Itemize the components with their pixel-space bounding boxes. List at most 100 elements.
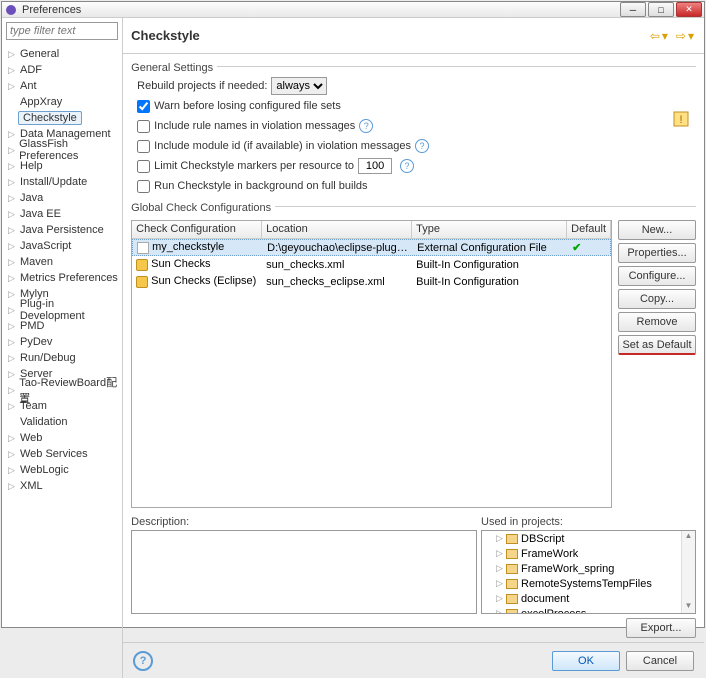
tree-item-glassfish-preferences[interactable]: ▷GlassFish Preferences: [2, 142, 122, 158]
col-type[interactable]: Type: [412, 221, 567, 238]
folder-icon: [506, 564, 518, 574]
scroll-up-icon[interactable]: ▲: [685, 531, 693, 543]
caret-icon: ▷: [8, 337, 18, 348]
tree-item-label: Maven: [18, 256, 55, 268]
caret-icon: ▷: [8, 145, 17, 156]
minimize-button[interactable]: ─: [620, 2, 646, 17]
project-item[interactable]: ▷document: [482, 591, 695, 606]
left-panel: ▷General▷ADF▷AntAppXrayCheckstyle▷Data M…: [2, 18, 123, 678]
tree-item-ant[interactable]: ▷Ant: [2, 78, 122, 94]
config-table[interactable]: Check Configuration Location Type Defaul…: [131, 220, 612, 508]
window-title: Preferences: [22, 4, 620, 16]
configure-button[interactable]: Configure...: [618, 266, 696, 286]
tree-item-label: XML: [18, 480, 45, 492]
tree-item-tao-reviewboard-[interactable]: ▷Tao-ReviewBoard配置: [2, 382, 122, 398]
tree-item-java[interactable]: ▷Java: [2, 190, 122, 206]
ok-button[interactable]: OK: [552, 651, 620, 671]
tree-item-javascript[interactable]: ▷JavaScript: [2, 238, 122, 254]
col-default[interactable]: Default: [567, 221, 611, 238]
set-default-button[interactable]: Set as Default: [618, 335, 696, 355]
tree-item-install-update[interactable]: ▷Install/Update: [2, 174, 122, 190]
file-icon: [137, 242, 149, 254]
help-icon[interactable]: ?: [133, 651, 153, 671]
caret-icon: ▷: [496, 533, 506, 544]
tree-item-metrics-preferences[interactable]: ▷Metrics Preferences: [2, 270, 122, 286]
preferences-window: Preferences ─ □ ✕ ▷General▷ADF▷AntAppXra…: [1, 1, 705, 628]
scroll-down-icon[interactable]: ▼: [685, 601, 693, 613]
properties-button[interactable]: Properties...: [618, 243, 696, 263]
tree-item-xml[interactable]: ▷XML: [2, 478, 122, 494]
project-item[interactable]: ▷FrameWork_spring: [482, 561, 695, 576]
project-item[interactable]: ▷FrameWork: [482, 546, 695, 561]
new-button[interactable]: New...: [618, 220, 696, 240]
tree-item-java-ee[interactable]: ▷Java EE: [2, 206, 122, 222]
project-item[interactable]: ▷ DBScript: [482, 531, 695, 546]
tree-item-label: Web Services: [18, 448, 90, 460]
tree-item-label: Java Persistence: [18, 224, 106, 236]
col-location[interactable]: Location: [262, 221, 412, 238]
col-check-config[interactable]: Check Configuration: [132, 221, 262, 238]
caret-icon: ▷: [8, 465, 18, 476]
project-item[interactable]: ▷RemoteSystemsTempFiles: [482, 576, 695, 591]
nav-fwd-icon[interactable]: ⇨▾: [676, 29, 696, 43]
tree-item-maven[interactable]: ▷Maven: [2, 254, 122, 270]
tree-item-appxray[interactable]: AppXray: [2, 94, 122, 110]
projects-list[interactable]: ▲ ▼ ▷DBScript▷FrameWork▷FrameWork_spring…: [481, 530, 696, 614]
background-checkbox[interactable]: [137, 180, 150, 193]
tree-item-checkstyle[interactable]: Checkstyle: [2, 110, 122, 126]
tree-item-label: Validation: [18, 416, 70, 428]
nav-back-icon[interactable]: ⇦▾: [650, 29, 670, 43]
table-row[interactable]: Sun Checks (Eclipse)sun_checks_eclipse.x…: [132, 273, 611, 290]
caret-icon: ▷: [8, 449, 18, 460]
tree-item-adf[interactable]: ▷ADF: [2, 62, 122, 78]
preference-tree[interactable]: ▷General▷ADF▷AntAppXrayCheckstyle▷Data M…: [2, 44, 122, 678]
tree-item-general[interactable]: ▷General: [2, 46, 122, 62]
copy-button[interactable]: Copy...: [618, 289, 696, 309]
limit-checkbox[interactable]: [137, 160, 150, 173]
caret-icon: ▷: [8, 257, 18, 268]
tree-item-label: Metrics Preferences: [18, 272, 120, 284]
app-icon: [4, 3, 18, 17]
tree-item-label: GlassFish Preferences: [17, 138, 122, 162]
tree-item-plug-in-development[interactable]: ▷Plug-in Development: [2, 302, 122, 318]
tree-item-web[interactable]: ▷Web: [2, 430, 122, 446]
project-label: DBScript: [521, 533, 564, 545]
tree-item-run-debug[interactable]: ▷Run/Debug: [2, 350, 122, 366]
export-button[interactable]: Export...: [626, 618, 696, 638]
close-button[interactable]: ✕: [676, 2, 702, 17]
tree-item-web-services[interactable]: ▷Web Services: [2, 446, 122, 462]
caret-icon: ▷: [496, 563, 506, 574]
limit-label: Limit Checkstyle markers per resource to: [154, 160, 354, 172]
maximize-button[interactable]: □: [648, 2, 674, 17]
tree-item-java-persistence[interactable]: ▷Java Persistence: [2, 222, 122, 238]
table-row[interactable]: Sun Checkssun_checks.xmlBuilt-In Configu…: [132, 256, 611, 273]
project-label: FrameWork: [521, 548, 578, 560]
project-label: RemoteSystemsTempFiles: [521, 578, 652, 590]
rebuild-select[interactable]: always: [271, 77, 327, 95]
table-row[interactable]: my_checkstyleD:\geyouchao\eclipse-plugin…: [132, 239, 611, 256]
caret-icon: ▷: [496, 593, 506, 604]
filter-input[interactable]: [6, 22, 118, 40]
description-textarea[interactable]: [131, 530, 477, 614]
tree-item-validation[interactable]: Validation: [2, 414, 122, 430]
include-module-checkbox[interactable]: [137, 140, 150, 153]
project-item[interactable]: ▷excelProcess: [482, 606, 695, 614]
project-label: excelProcess: [521, 608, 586, 615]
help-icon[interactable]: ?: [359, 119, 373, 133]
scrollbar[interactable]: ▲ ▼: [681, 531, 695, 613]
include-rule-checkbox[interactable]: [137, 120, 150, 133]
warn-checkbox[interactable]: [137, 100, 150, 113]
tree-item-label: AppXray: [18, 96, 64, 108]
remove-button[interactable]: Remove: [618, 312, 696, 332]
help-icon[interactable]: ?: [415, 139, 429, 153]
limit-input[interactable]: [358, 158, 392, 174]
caret-icon: ▷: [8, 273, 18, 284]
tree-item-pydev[interactable]: ▷PyDev: [2, 334, 122, 350]
cancel-button[interactable]: Cancel: [626, 651, 694, 671]
tree-item-weblogic[interactable]: ▷WebLogic: [2, 462, 122, 478]
tree-item-label: JavaScript: [18, 240, 73, 252]
tree-item-label: Ant: [18, 80, 39, 92]
help-icon[interactable]: ?: [400, 159, 414, 173]
tree-item-label: Install/Update: [18, 176, 89, 188]
caret-icon: ▷: [8, 49, 18, 60]
